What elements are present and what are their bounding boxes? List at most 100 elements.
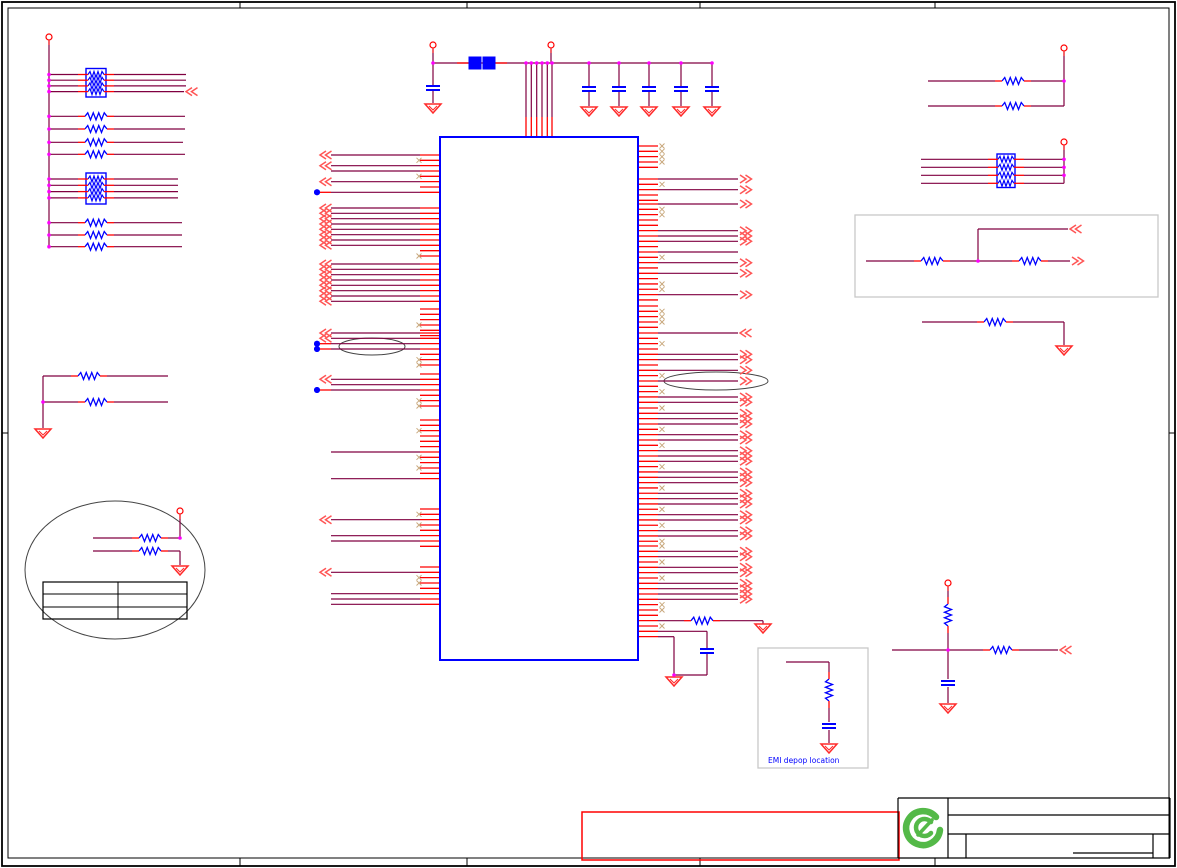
net-dot[interactable]: [314, 387, 320, 393]
ground-symbol[interactable]: [170, 565, 190, 577]
junction-dot: [1062, 157, 1066, 162]
offpage-connector-chevron[interactable]: [739, 552, 748, 562]
junction-dot: [534, 61, 539, 65]
resistor[interactable]: [84, 137, 108, 148]
junction-dot: [47, 189, 51, 194]
offpage-connector-chevron[interactable]: [190, 86, 198, 97]
power-symbol[interactable]: [1060, 138, 1068, 146]
resistor[interactable]: [1018, 255, 1042, 267]
power-symbol[interactable]: [944, 579, 952, 587]
ferrite-bead[interactable]: [468, 56, 482, 70]
resistor[interactable]: [942, 603, 954, 627]
main-ic[interactable]: [439, 136, 639, 661]
resistor[interactable]: [920, 255, 944, 267]
resistor[interactable]: [1001, 75, 1025, 87]
resistor[interactable]: [983, 316, 1007, 328]
ground-symbol[interactable]: [609, 106, 629, 118]
offpage-connector-chevron[interactable]: [324, 515, 332, 525]
resistor-network-element[interactable]: [997, 162, 1015, 173]
resistor[interactable]: [84, 123, 108, 135]
ferrite-bead[interactable]: [482, 56, 496, 70]
ground-symbol[interactable]: [639, 106, 659, 118]
resistor[interactable]: [690, 615, 714, 626]
offpage-connector-chevron[interactable]: [739, 419, 748, 429]
offpage-connector-chevron[interactable]: [739, 376, 748, 386]
offpage-connector-chevron[interactable]: [739, 499, 748, 509]
ground-symbol[interactable]: [664, 676, 684, 688]
notes-table: [42, 581, 188, 620]
resistor[interactable]: [84, 396, 108, 408]
offpage-connector-chevron[interactable]: [739, 355, 748, 365]
offpage-connector-chevron[interactable]: [739, 185, 748, 195]
offpage-connector-chevron[interactable]: [324, 150, 332, 160]
power-symbol[interactable]: [429, 41, 437, 49]
net-dot[interactable]: [314, 340, 320, 347]
offpage-connector-chevron[interactable]: [739, 515, 748, 525]
ground-symbol[interactable]: [33, 428, 53, 440]
offpage-connector-chevron[interactable]: [324, 161, 332, 171]
ground-symbol[interactable]: [938, 703, 958, 715]
resistor[interactable]: [84, 217, 108, 228]
offpage-connector-chevron[interactable]: [739, 478, 748, 488]
offpage-connector-chevron[interactable]: [739, 397, 748, 407]
resistor[interactable]: [823, 678, 835, 702]
offpage-connector-chevron[interactable]: [739, 199, 748, 209]
offpage-connector-chevron[interactable]: [1071, 256, 1080, 266]
offpage-connector-chevron[interactable]: [739, 435, 748, 445]
offpage-connector-chevron[interactable]: [739, 531, 748, 541]
resistor[interactable]: [1001, 100, 1025, 112]
power-symbol[interactable]: [1060, 44, 1068, 52]
power-symbol[interactable]: [176, 507, 184, 515]
offpage-connector-chevron[interactable]: [324, 177, 332, 187]
resistor-network-element[interactable]: [997, 154, 1015, 165]
offpage-connector-chevron[interactable]: [739, 174, 748, 184]
ground-symbol[interactable]: [702, 106, 722, 118]
ground-symbol[interactable]: [819, 743, 839, 755]
junction-dot: [47, 89, 51, 94]
resistor[interactable]: [84, 241, 108, 252]
offpage-connector-chevron[interactable]: [739, 268, 748, 278]
offpage-connector-chevron[interactable]: [324, 296, 332, 306]
schematic-canvas[interactable]: EMI depop location: [0, 0, 1177, 868]
emi-depop-label: EMI depop location: [768, 756, 840, 765]
offpage-connector-chevron[interactable]: [739, 236, 748, 246]
resistor[interactable]: [77, 370, 101, 382]
offpage-connector-chevron[interactable]: [739, 290, 748, 300]
power-symbol[interactable]: [45, 33, 53, 41]
junction-dot: [47, 84, 51, 88]
net-dot[interactable]: [314, 346, 320, 352]
net-dot[interactable]: [314, 189, 320, 196]
resistor[interactable]: [138, 532, 162, 544]
offpage-connector-chevron[interactable]: [324, 567, 332, 577]
ground-symbol[interactable]: [423, 103, 443, 115]
resistor[interactable]: [989, 644, 1013, 656]
resistor[interactable]: [138, 545, 162, 557]
offpage-connector-chevron[interactable]: [324, 374, 332, 384]
ground-symbol[interactable]: [671, 106, 691, 118]
junction-dot: [47, 127, 51, 131]
power-symbol[interactable]: [547, 41, 555, 49]
note-box: [757, 647, 869, 769]
offpage-connector-chevron[interactable]: [1074, 224, 1082, 234]
offpage-connector-chevron[interactable]: [739, 258, 748, 268]
offpage-connector-chevron[interactable]: [324, 240, 332, 250]
resistor-network-element[interactable]: [87, 174, 105, 184]
offpage-connector-chevron[interactable]: [744, 328, 752, 338]
junction-dot: [1062, 173, 1066, 178]
note-box: [854, 214, 1159, 298]
ground-symbol[interactable]: [579, 106, 599, 118]
offpage-connector-chevron[interactable]: [324, 333, 332, 343]
resistor[interactable]: [84, 149, 108, 160]
offpage-connector-chevron[interactable]: [739, 594, 748, 604]
ground-symbol[interactable]: [753, 623, 773, 635]
resistor-network-element[interactable]: [997, 178, 1015, 189]
ground-symbol[interactable]: [1054, 345, 1074, 357]
resistor-network-element[interactable]: [997, 170, 1015, 181]
offpage-connector-chevron[interactable]: [739, 456, 748, 466]
junction-dot: [47, 114, 51, 119]
resistor[interactable]: [84, 229, 108, 241]
junction-dot: [529, 61, 534, 65]
offpage-connector-chevron[interactable]: [1064, 645, 1072, 655]
resistor[interactable]: [84, 111, 108, 122]
offpage-connector-chevron[interactable]: [739, 568, 748, 578]
